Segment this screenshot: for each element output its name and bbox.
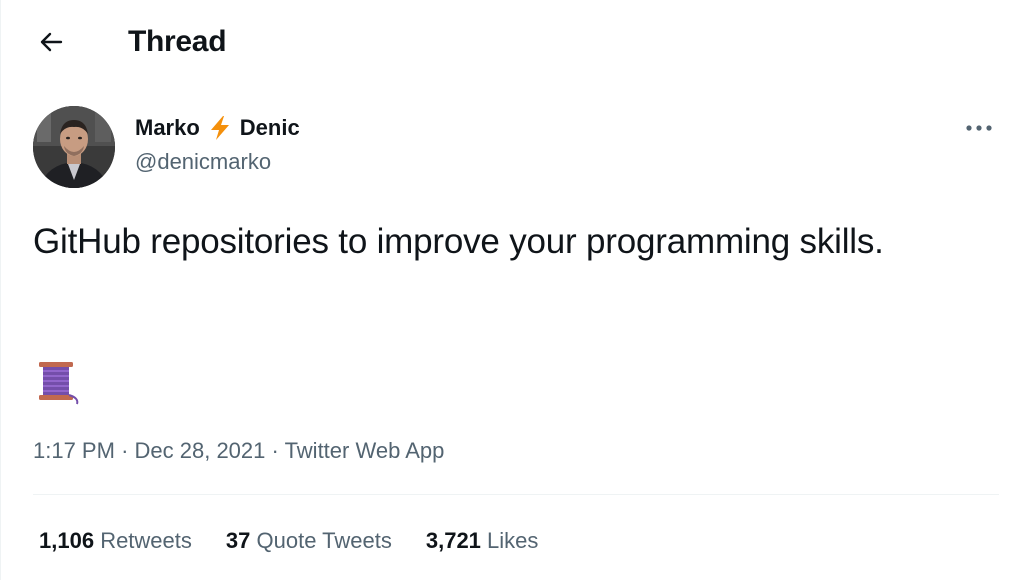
divider — [33, 494, 999, 495]
stat-label: Quote Tweets — [256, 528, 392, 553]
stat-label: Retweets — [100, 528, 192, 553]
arrow-left-icon — [40, 32, 63, 52]
avatar[interactable] — [33, 106, 115, 188]
author-last-name: Denic — [239, 115, 300, 140]
avatar-photo — [33, 106, 115, 188]
stat-label: Likes — [487, 528, 539, 553]
stat-count: 1,106 — [39, 528, 95, 553]
author-name[interactable]: Marko Denic — [135, 114, 300, 142]
quote-tweets-stat[interactable]: 37 Quote Tweets — [226, 526, 392, 556]
more-options-button[interactable] — [962, 116, 996, 140]
stat-count: 37 — [225, 528, 251, 553]
meta-separator: · — [121, 438, 129, 463]
thread-spool-icon — [35, 358, 81, 406]
author-first-name: Marko — [135, 115, 200, 140]
author-handle[interactable]: @denicmarko — [135, 148, 271, 176]
tweet-date[interactable]: Dec 28, 2021 — [135, 438, 266, 463]
retweets-stat[interactable]: 1,106 Retweets — [39, 526, 192, 556]
stat-count: 3,721 — [425, 528, 481, 553]
more-horizontal-icon — [966, 125, 992, 131]
page-header: Thread — [1, 0, 1024, 84]
likes-stat[interactable]: 3,721 Likes — [426, 526, 539, 556]
tweet-detail-page: Thread Marko Denic @denicmarko GitHub re… — [0, 0, 1024, 580]
lightning-bolt-icon — [206, 114, 234, 142]
tweet-metadata: 1:17 PM · Dec 28, 2021 · Twitter Web App — [33, 436, 444, 466]
meta-separator: · — [271, 438, 279, 463]
page-title: Thread — [128, 25, 227, 58]
tweet-time[interactable]: 1:17 PM — [33, 438, 115, 463]
tweet-source[interactable]: Twitter Web App — [285, 438, 445, 463]
back-button[interactable] — [31, 22, 71, 62]
engagement-stats: 1,106 Retweets 37 Quote Tweets 3,721 Lik… — [39, 526, 538, 556]
tweet-text: GitHub repositories to improve your prog… — [33, 222, 884, 261]
